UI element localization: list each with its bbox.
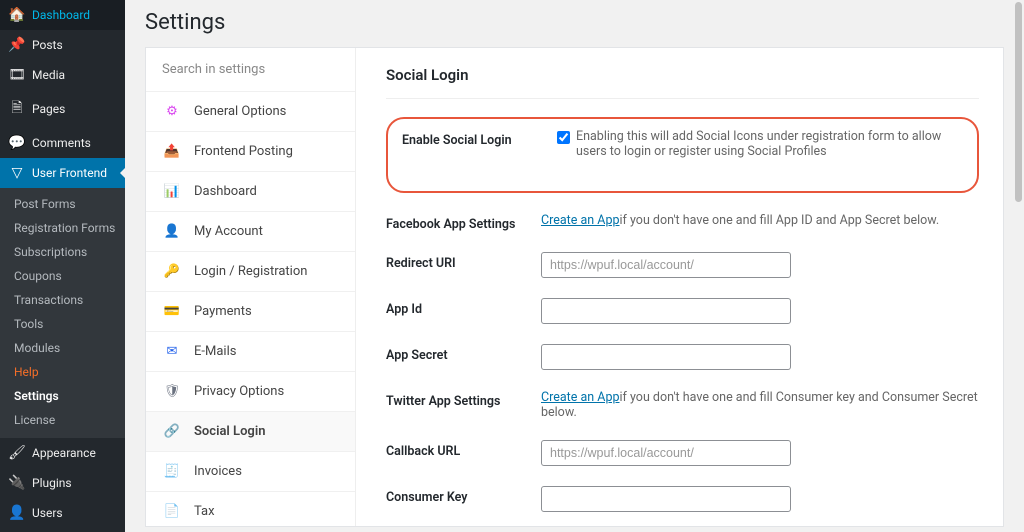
redirect-uri-input[interactable]	[541, 252, 791, 278]
consumer-key-label: Consumer Key	[386, 486, 541, 505]
wp-submenu-post-forms[interactable]: Post Forms	[0, 192, 125, 216]
settings-nav-payments[interactable]: 💳Payments	[146, 291, 355, 331]
enable-social-login-checkbox[interactable]	[557, 131, 570, 144]
wp-menu-tools[interactable]: 🔧Tools	[0, 528, 125, 532]
wp-menu-posts[interactable]: 📌Posts	[0, 30, 125, 60]
facebook-desc: if you don't have one and fill App ID an…	[620, 213, 940, 228]
wp-menu-users[interactable]: 👤Users	[0, 498, 125, 528]
settings-nav-login-registration[interactable]: 🔑Login / Registration	[146, 251, 355, 291]
settings-nav: Search in settings ⚙General Options📤Fron…	[146, 48, 356, 526]
settings-nav-dashboard[interactable]: 📊Dashboard	[146, 171, 355, 211]
wp-menu-plugins[interactable]: 🔌Plugins	[0, 468, 125, 498]
consumer-key-input[interactable]	[541, 486, 791, 512]
settings-nav-my-account[interactable]: 👤My Account	[146, 211, 355, 251]
settings-nav-tax[interactable]: 📄Tax	[146, 491, 355, 526]
wp-submenu-settings[interactable]: Settings	[0, 384, 125, 408]
search-settings[interactable]: Search in settings	[146, 48, 355, 91]
enable-social-login-label: Enable Social Login	[402, 129, 557, 148]
wp-submenu-modules[interactable]: Modules	[0, 336, 125, 360]
plugins-icon: 🔌	[8, 475, 26, 491]
wp-submenu: Post FormsRegistration FormsSubscription…	[0, 188, 125, 438]
enable-social-login-highlight: Enable Social Login Enabling this will a…	[386, 117, 979, 193]
wp-menu-comments[interactable]: 💬Comments	[0, 128, 125, 158]
wp-menu-pages[interactable]: 🗎Pages	[0, 90, 125, 128]
wp-submenu-subscriptions[interactable]: Subscriptions	[0, 240, 125, 264]
invoices-icon: 🧾	[162, 464, 182, 479]
callback-url-label: Callback URL	[386, 440, 541, 459]
settings-nav-invoices[interactable]: 🧾Invoices	[146, 451, 355, 491]
payments-icon: 💳	[162, 304, 182, 319]
wp-menu-dashboard[interactable]: 🏠Dashboard	[0, 0, 125, 30]
wp-submenu-tools[interactable]: Tools	[0, 312, 125, 336]
settings-nav-emails[interactable]: ✉E-Mails	[146, 331, 355, 371]
tax-icon: 📄	[162, 504, 182, 519]
twitter-settings-label: Twitter App Settings	[386, 390, 541, 409]
app-id-input[interactable]	[541, 298, 791, 324]
facebook-create-app-link[interactable]: Create an App	[541, 213, 620, 228]
scrollbar[interactable]	[1015, 2, 1022, 202]
comments-icon: 💬	[8, 135, 26, 151]
enable-social-login-desc: Enabling this will add Social Icons unde…	[576, 129, 963, 159]
main-content: Settings Search in settings ⚙General Opt…	[125, 0, 1024, 532]
twitter-create-app-link[interactable]: Create an App	[541, 390, 620, 405]
app-secret-input[interactable]	[541, 344, 791, 370]
redirect-uri-label: Redirect URI	[386, 252, 541, 271]
wp-submenu-registration-forms[interactable]: Registration Forms	[0, 216, 125, 240]
users-icon: 👤	[8, 505, 26, 521]
wp-submenu-license[interactable]: License	[0, 408, 125, 432]
settings-nav-social-login[interactable]: 🔗Social Login	[146, 411, 355, 451]
page-title: Settings	[145, 10, 1004, 35]
dashboard-icon: 📊	[162, 184, 182, 199]
app-secret-label: App Secret	[386, 344, 541, 363]
media-icon: 🎞	[8, 67, 26, 83]
dashboard-icon: 🏠	[8, 7, 26, 23]
wp-submenu-help[interactable]: Help	[0, 360, 125, 384]
wp-menu-user-frontend[interactable]: ▽User Frontend	[0, 158, 125, 188]
login-registration-icon: 🔑	[162, 264, 182, 279]
settings-panel: Search in settings ⚙General Options📤Fron…	[145, 47, 1004, 527]
wp-menu-appearance[interactable]: 🖌Appearance	[0, 438, 125, 468]
emails-icon: ✉	[162, 344, 182, 359]
my-account-icon: 👤	[162, 224, 182, 239]
settings-nav-frontend-posting[interactable]: 📤Frontend Posting	[146, 131, 355, 171]
user-frontend-icon: ▽	[8, 165, 26, 181]
posts-icon: 📌	[8, 37, 26, 53]
settings-nav-general[interactable]: ⚙General Options	[146, 91, 355, 131]
settings-content: Social Login Enable Social Login Enablin…	[356, 48, 1003, 526]
wp-submenu-coupons[interactable]: Coupons	[0, 264, 125, 288]
callback-url-input[interactable]	[541, 440, 791, 466]
appearance-icon: 🖌	[8, 445, 26, 461]
app-id-label: App Id	[386, 298, 541, 317]
frontend-posting-icon: 📤	[162, 144, 182, 159]
privacy-icon: 🛡	[162, 384, 182, 399]
wp-menu-media[interactable]: 🎞Media	[0, 60, 125, 90]
facebook-settings-label: Facebook App Settings	[386, 213, 541, 232]
wp-submenu-transactions[interactable]: Transactions	[0, 288, 125, 312]
settings-nav-privacy[interactable]: 🛡Privacy Options	[146, 371, 355, 411]
social-login-icon: 🔗	[162, 424, 182, 439]
section-title: Social Login	[386, 66, 979, 99]
wp-admin-sidebar: 🏠Dashboard📌Posts🎞Media🗎Pages💬Comments▽Us…	[0, 0, 125, 532]
general-icon: ⚙	[162, 104, 182, 119]
pages-icon: 🗎	[8, 97, 26, 121]
